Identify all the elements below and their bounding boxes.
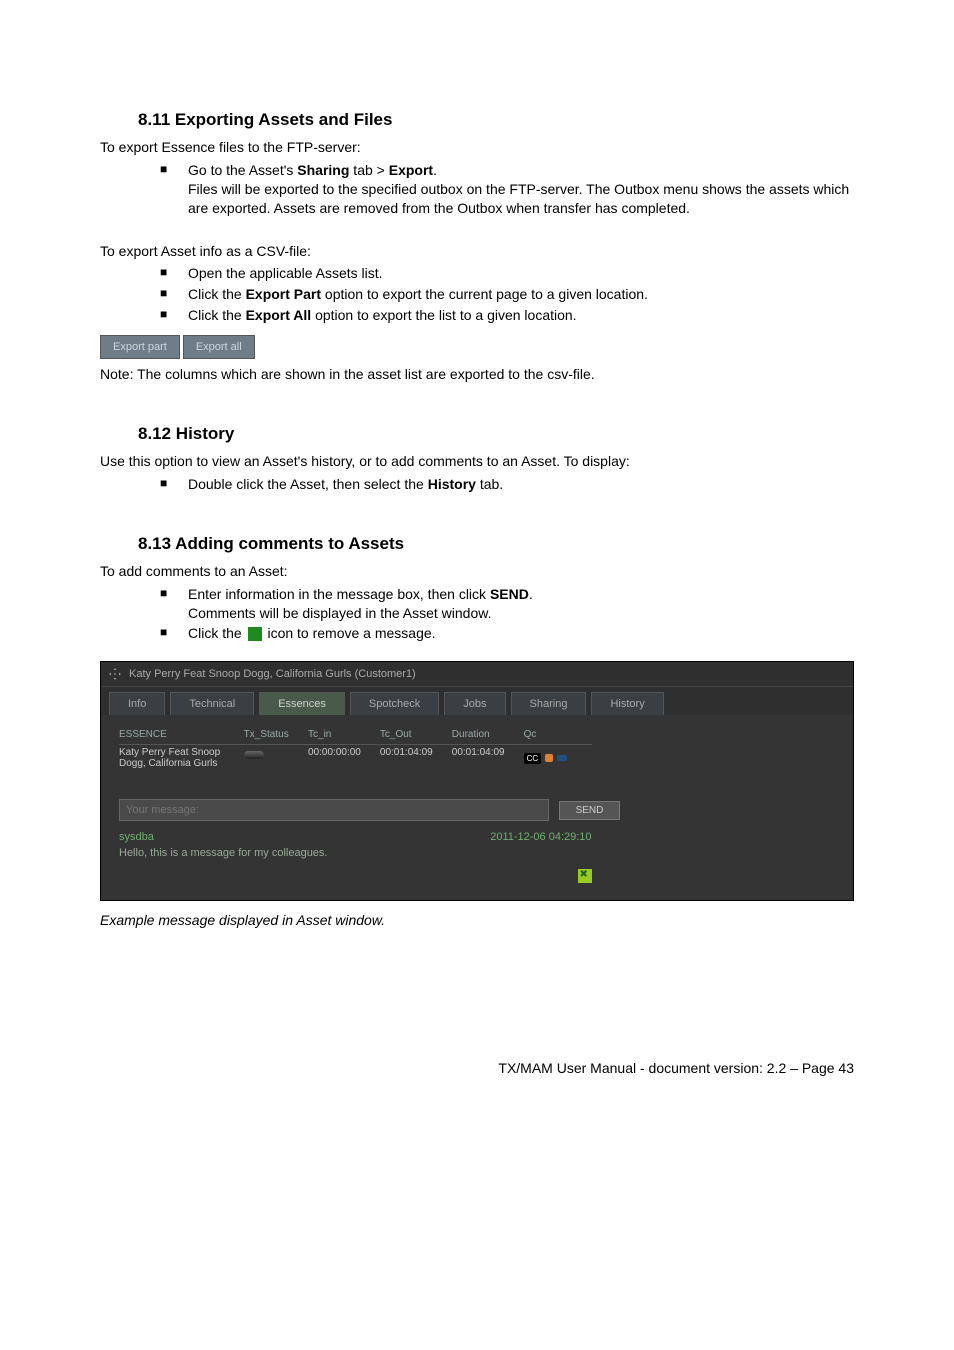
essence-duration: 00:01:04:09: [452, 747, 520, 769]
asset-window-title: Katy Perry Feat Snoop Dogg, California G…: [129, 668, 416, 680]
essence-table-header: ESSENCE Tx_Status Tc_in Tc_Out Duration …: [119, 725, 592, 744]
comments-bullet-2: Click the icon to remove a message.: [160, 624, 854, 643]
history-bullet-1: Double click the Asset, then select the …: [160, 475, 854, 494]
message-date: 2011-12-06 04:29:10: [490, 831, 591, 843]
section-title-811: 8.11 Exporting Assets and Files: [138, 110, 854, 130]
message-user: sysdba: [119, 831, 154, 843]
qc-cc-icon: CC: [524, 753, 542, 764]
export-csv-bullet-1: Open the applicable Assets list.: [160, 264, 854, 283]
col-tx-status: Tx_Status: [244, 729, 304, 740]
tab-history[interactable]: History: [591, 692, 663, 715]
tab-essences[interactable]: Essences: [259, 692, 345, 715]
tab-sharing[interactable]: Sharing: [511, 692, 587, 715]
asset-window-titlebar: Katy Perry Feat Snoop Dogg, California G…: [101, 662, 853, 687]
export-part-button[interactable]: Export part: [100, 335, 180, 359]
section-title-813: 8.13 Adding comments to Assets: [138, 534, 854, 554]
export-csv-bullet-3: Click the Export All option to export th…: [160, 306, 854, 325]
qc-status-icon-2: [557, 755, 567, 761]
tx-status-indicator: [244, 751, 264, 759]
export-ftp-bullet-1-sub: Files will be exported to the specified …: [188, 181, 849, 216]
table-row: Katy Perry Feat Snoop Dogg, California G…: [119, 744, 592, 779]
history-intro: Use this option to view an Asset's histo…: [100, 452, 854, 471]
col-tc-out: Tc_Out: [380, 729, 448, 740]
message-input[interactable]: [119, 799, 549, 821]
move-icon[interactable]: [109, 668, 121, 680]
figure-caption: Example message displayed in Asset windo…: [100, 911, 854, 930]
col-duration: Duration: [452, 729, 520, 740]
export-ftp-intro: To export Essence files to the FTP-serve…: [100, 138, 854, 157]
tab-technical[interactable]: Technical: [170, 692, 254, 715]
col-qc: Qc: [524, 729, 592, 740]
send-button[interactable]: SEND: [559, 801, 621, 820]
qc-status-icon-1: [545, 754, 553, 762]
comments-bullet-1: Enter information in the message box, th…: [160, 585, 854, 623]
essence-tcout: 00:01:04:09: [380, 747, 448, 769]
essence-tcin: 00:00:00:00: [308, 747, 376, 769]
comments-bullet-1-sub: Comments will be displayed in the Asset …: [188, 605, 491, 621]
qc-cell: CC: [524, 747, 592, 769]
tab-info[interactable]: Info: [109, 692, 165, 715]
asset-tabs: Info Technical Essences Spotcheck Jobs S…: [101, 687, 853, 715]
remove-message-button[interactable]: [578, 869, 592, 883]
col-tc-in: Tc_in: [308, 729, 376, 740]
export-all-button[interactable]: Export all: [183, 335, 255, 359]
export-csv-intro: To export Asset info as a CSV-file:: [100, 242, 854, 261]
comments-intro: To add comments to an Asset:: [100, 562, 854, 581]
export-csv-bullet-2: Click the Export Part option to export t…: [160, 285, 854, 304]
essence-name: Katy Perry Feat Snoop Dogg, California G…: [119, 747, 240, 769]
export-note: Note: The columns which are shown in the…: [100, 365, 854, 384]
remove-message-icon: [248, 627, 262, 641]
asset-window: Katy Perry Feat Snoop Dogg, California G…: [100, 661, 854, 901]
page-footer: TX/MAM User Manual - document version: 2…: [100, 1060, 854, 1076]
tab-jobs[interactable]: Jobs: [444, 692, 505, 715]
tab-spotcheck[interactable]: Spotcheck: [350, 692, 439, 715]
message-body: Hello, this is a message for my colleagu…: [119, 847, 835, 859]
export-ftp-bullet-1: Go to the Asset's Sharing tab > Export. …: [160, 161, 854, 218]
col-essence: ESSENCE: [119, 729, 240, 740]
section-title-812: 8.12 History: [138, 424, 854, 444]
